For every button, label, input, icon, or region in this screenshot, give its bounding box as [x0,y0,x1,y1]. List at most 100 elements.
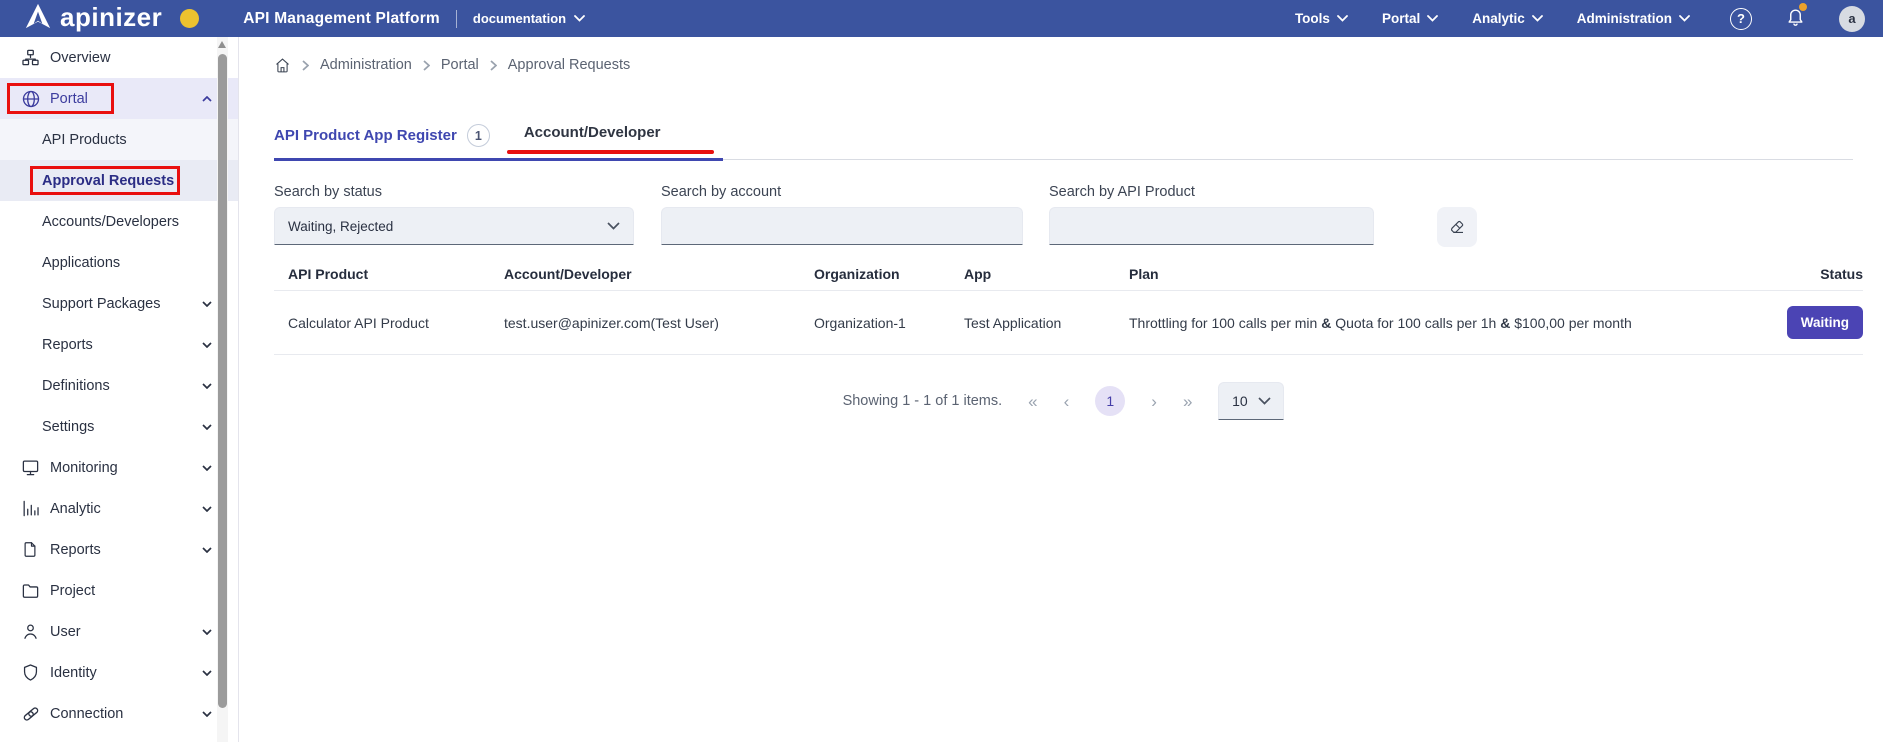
current-page-button[interactable]: 1 [1095,386,1125,416]
sidebar-item-project[interactable]: Project [0,570,238,611]
sidebar-item-applications[interactable]: Applications [0,242,238,283]
next-page-button[interactable]: › [1151,393,1157,410]
file-icon [21,540,41,560]
sidebar-item-identity[interactable]: Identity [0,652,238,693]
chevron-down-icon [202,547,212,553]
chevron-down-icon [1532,15,1543,22]
sidebar-item-label: Definitions [42,378,202,394]
chevron-up-icon [202,96,212,102]
page-size-value: 10 [1232,393,1248,409]
monitor-icon [21,458,41,478]
col-app: App [964,266,1129,282]
sidebar-item-api-products[interactable]: API Products [0,119,238,160]
plan-part: $100,00 per month [1514,315,1632,331]
plan-separator: & [1500,315,1510,331]
sidebar-item-label: Identity [50,665,202,681]
tab-bar: API Product App Register 1 Account/Devel… [274,112,1853,160]
sidebar-item-reports[interactable]: Reports [0,529,238,570]
sidebar-item-connection[interactable]: Connection [0,693,238,734]
sidebar-item-accounts-developers[interactable]: Accounts/Developers [0,201,238,242]
cell-api-product: Calculator API Product [288,315,504,331]
cell-organization: Organization-1 [814,315,964,331]
clear-filters-button[interactable] [1437,207,1477,247]
filter-api-product: Search by API Product [1023,184,1374,245]
table-header-row: API Product Account/Developer Organizati… [274,257,1863,291]
chevron-down-icon [1679,15,1690,22]
menu-administration[interactable]: Administration [1577,11,1690,26]
shield-icon [21,663,41,683]
product-input-wrap [1049,207,1374,245]
breadcrumb-administration[interactable]: Administration [320,57,412,73]
topbar: apinizer API Management Platform documen… [0,0,1883,37]
chevron-down-icon [1258,397,1271,405]
environment-selector[interactable]: documentation [473,11,585,26]
menu-portal-label: Portal [1382,11,1420,26]
chevron-down-icon [202,301,212,307]
breadcrumb-current: Approval Requests [508,57,631,73]
first-page-button[interactable]: « [1028,393,1037,410]
menu-administration-label: Administration [1577,11,1672,26]
product-input[interactable] [1063,208,1360,244]
sidebar-item-monitoring[interactable]: Monitoring [0,447,238,488]
last-page-button[interactable]: » [1183,393,1192,410]
cell-plan: Throttling for 100 calls per min & Quota… [1129,315,1743,331]
account-filter-label: Search by account [661,184,1023,200]
scrollbar-thumb[interactable] [218,54,227,708]
chevron-down-icon [202,465,212,471]
account-input[interactable] [675,208,1009,244]
home-icon[interactable] [274,57,291,74]
sidebar-item-approval-requests[interactable]: Approval Requests [0,160,238,201]
sidebar-item-label: Reports [42,337,202,353]
help-icon[interactable]: ? [1730,8,1752,30]
notification-dot [1799,3,1807,11]
sidebar-scrollbar[interactable] [217,37,228,742]
sidebar-item-label: Settings [42,419,202,435]
apinizer-logo[interactable]: apinizer [24,3,162,34]
prev-page-button[interactable]: ‹ [1064,393,1070,410]
sidebar-item-support-packages[interactable]: Support Packages [0,283,238,324]
sidebar-item-settings[interactable]: Settings [0,406,238,447]
sidebar-item-user[interactable]: User [0,611,238,652]
product-filter-label: Search by API Product [1049,184,1374,200]
chevron-down-icon [202,670,212,676]
approval-requests-table: API Product Account/Developer Organizati… [274,257,1863,355]
menu-portal[interactable]: Portal [1382,11,1438,26]
plan-separator: & [1321,315,1331,331]
breadcrumb-separator [423,60,430,71]
col-organization: Organization [814,266,964,282]
chevron-down-icon [1427,15,1438,22]
chevron-down-icon [202,383,212,389]
topbar-divider [456,10,457,28]
sidebar-item-label: Reports [50,542,202,558]
menu-analytic[interactable]: Analytic [1472,11,1543,26]
sidebar-item-portal-reports[interactable]: Reports [0,324,238,365]
tab-api-product-app-register[interactable]: API Product App Register 1 [274,112,490,158]
sidebar-item-label: User [50,624,202,640]
sidebar-item-label: Accounts/Developers [42,214,212,230]
sidebar-item-definitions[interactable]: Definitions [0,365,238,406]
tab-account-developer[interactable]: Account/Developer [524,112,661,152]
folder-icon [21,581,41,601]
menu-tools[interactable]: Tools [1295,11,1348,26]
user-avatar[interactable]: a [1839,6,1865,32]
notifications-bell[interactable] [1786,6,1805,32]
status-select[interactable]: Waiting, Rejected [274,207,634,245]
sidebar-item-overview[interactable]: Overview [0,37,238,78]
table-row[interactable]: Calculator API Product test.user@apinize… [274,291,1863,355]
sidebar-toggle-dot[interactable] [180,9,199,28]
scrollbar-up-arrow[interactable] [218,41,226,48]
breadcrumb-portal[interactable]: Portal [441,57,479,73]
sidebar-item-portal[interactable]: Portal [0,78,238,119]
sidebar-item-analytic[interactable]: Analytic [0,488,238,529]
environment-label: documentation [473,11,566,26]
sitemap-icon [21,48,41,68]
page-size-select[interactable]: 10 [1218,382,1284,420]
col-account-developer: Account/Developer [504,266,814,282]
status-badge: Waiting [1787,306,1863,339]
sidebar-item-label: Support Packages [42,296,202,312]
tab-label: API Product App Register [274,127,457,144]
filter-account: Search by account [634,184,1023,245]
chevron-down-icon [202,506,212,512]
sidebar-item-label: Applications [42,255,212,271]
chevron-down-icon [202,342,212,348]
